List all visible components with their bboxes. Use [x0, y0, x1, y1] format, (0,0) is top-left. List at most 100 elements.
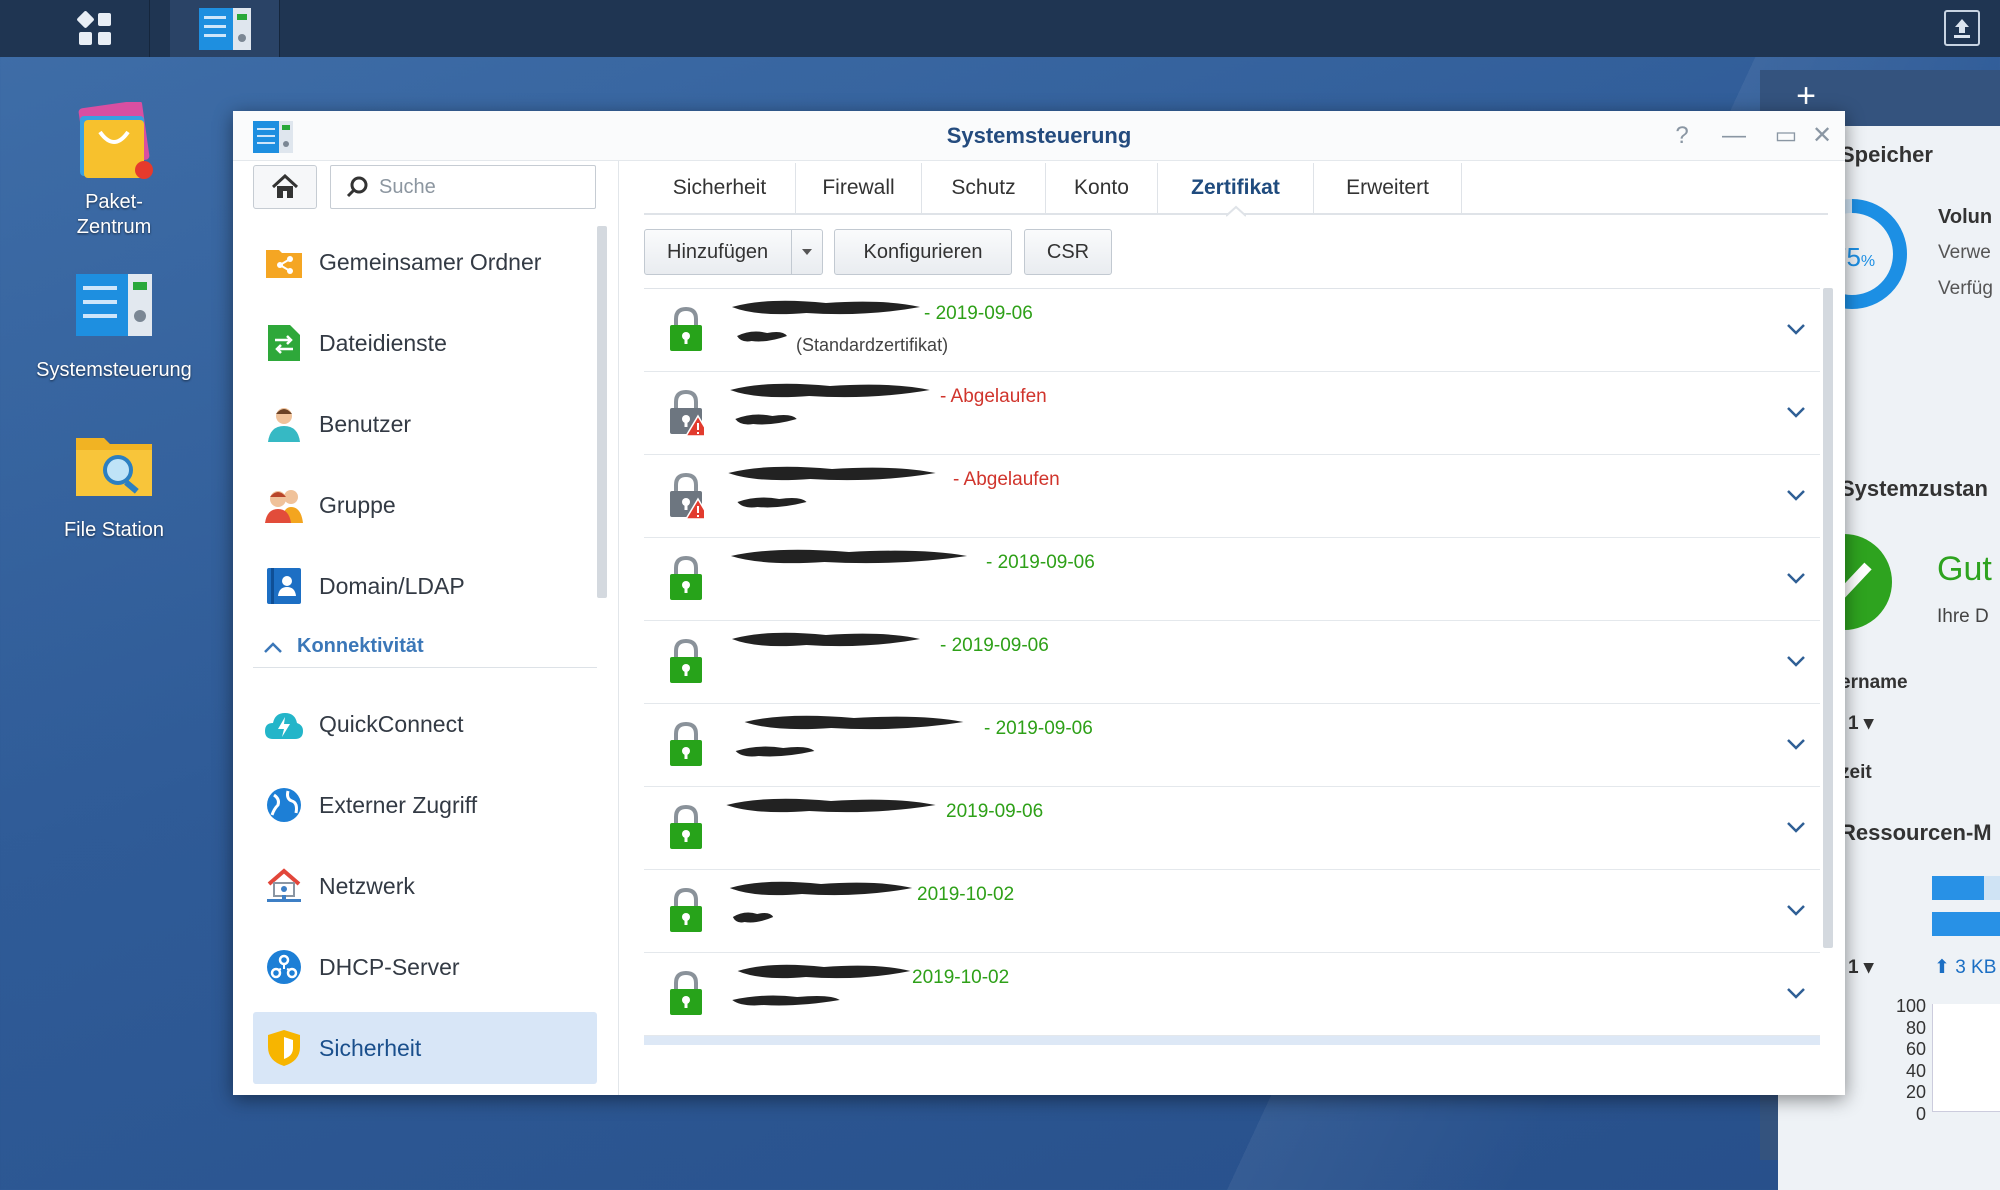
redacted-text: [735, 414, 797, 425]
tab-advanced[interactable]: Erweitert: [1314, 163, 1462, 213]
search-input[interactable]: Suche: [330, 165, 596, 209]
resource-select[interactable]: 1 ▾: [1848, 956, 1873, 979]
sidebar-item-external-access[interactable]: Externer Zugriff: [253, 769, 597, 841]
certificate-status: - 2019-09-06: [924, 303, 1033, 324]
storage-title: Speicher: [1840, 142, 1933, 167]
chevron-down-icon[interactable]: [1784, 815, 1808, 839]
certificate-status: - Abgelaufen: [940, 386, 1047, 407]
add-widget-button[interactable]: +: [1786, 76, 1826, 116]
sidebar-item-shared-folder[interactable]: Gemeinsamer Ordner: [253, 226, 597, 298]
desktop-icon-control-panel[interactable]: Systemsteuerung: [24, 270, 204, 383]
minimize-button[interactable]: —: [1721, 123, 1747, 149]
certificate-status: - 2019-09-06: [984, 718, 1093, 739]
configure-button[interactable]: Konfigurieren: [834, 229, 1012, 275]
certificate-list-scrollbar[interactable]: [1823, 288, 1833, 948]
chevron-down-icon[interactable]: [1784, 566, 1808, 590]
health-status: Gut: [1937, 550, 1992, 588]
sidebar-item-security[interactable]: Sicherheit: [253, 1012, 597, 1084]
certificate-row[interactable]: - Abgelaufen: [644, 372, 1820, 455]
certificate-status: 2019-09-06: [946, 801, 1044, 822]
control-panel-window: Systemsteuerung ? — ▭ ✕ Suche Gemeinsame…: [233, 111, 1845, 1095]
server-name-select[interactable]: 1 ▾: [1848, 712, 1873, 735]
sidebar-item-domain-ldap[interactable]: Domain/LDAP: [253, 550, 597, 622]
certificate-status: - 2019-09-06: [986, 552, 1095, 573]
package-center-icon: [74, 100, 154, 182]
sidebar-item-label: Gruppe: [319, 491, 396, 518]
sidebar-item-label: Sicherheit: [319, 1034, 422, 1061]
network-icon: [265, 867, 303, 905]
certificate-row[interactable]: 2019-10-05: [644, 1036, 1820, 1045]
chart-y-tick: 20: [1905, 1082, 1926, 1103]
close-button[interactable]: ✕: [1809, 123, 1835, 149]
sidebar-item-quickconnect[interactable]: QuickConnect: [253, 688, 597, 760]
chevron-down-icon[interactable]: [1784, 400, 1808, 424]
desktop-icon-package-center[interactable]: Paket- Zentrum: [24, 100, 204, 240]
server-name-label: ername: [1840, 672, 1908, 693]
redacted-text: [730, 549, 968, 564]
sidebar-item-label: QuickConnect: [319, 710, 464, 737]
help-button[interactable]: ?: [1669, 123, 1695, 149]
chevron-down-icon[interactable]: [1784, 981, 1808, 1005]
desktop-icon-file-station[interactable]: File Station: [24, 430, 204, 543]
shared-folder-icon: [265, 243, 303, 281]
sidebar-item-dhcp-server[interactable]: DHCP-Server: [253, 931, 597, 1003]
lock-icon: [670, 306, 702, 351]
chart-y-tick: 100: [1895, 996, 1926, 1016]
search-placeholder: Suche: [379, 175, 436, 198]
sidebar-item-group[interactable]: Gruppe: [253, 469, 597, 541]
sidebar-item-label: Externer Zugriff: [319, 791, 478, 818]
taskbar-control-panel-button[interactable]: [170, 0, 280, 57]
storage-volume-label: Volun: [1938, 206, 1993, 228]
chevron-down-icon[interactable]: [1784, 483, 1808, 507]
certificate-row[interactable]: - 2019-09-06 (Standardzertifikat): [644, 289, 1820, 372]
certificate-row[interactable]: - 2019-09-06: [644, 704, 1820, 787]
certificate-status: 2019-10-02: [917, 884, 1015, 905]
chart-y-axis: 100 80 60 40 20 0: [1878, 996, 1926, 1126]
upload-icon: [1954, 19, 1970, 38]
section-header-connectivity[interactable]: Konnektivität: [253, 626, 597, 668]
upload-button[interactable]: [1944, 10, 1980, 46]
add-button[interactable]: Hinzufügen: [644, 229, 794, 275]
tab-protection[interactable]: Schutz: [922, 163, 1046, 213]
sidebar-item-user[interactable]: Benutzer: [253, 388, 597, 460]
storage-available-label: Verfüg: [1938, 278, 1993, 299]
certificate-row[interactable]: - Abgelaufen: [644, 455, 1820, 538]
quickconnect-icon: [265, 705, 303, 743]
chevron-down-icon[interactable]: [1784, 898, 1808, 922]
certificate-row[interactable]: 2019-10-02: [644, 870, 1820, 953]
cpu-bar: [1932, 876, 2000, 900]
tab-account[interactable]: Konto: [1046, 163, 1158, 213]
tab-security[interactable]: Sicherheit: [644, 163, 796, 213]
group-icon: [265, 486, 303, 524]
redacted-text: [730, 383, 930, 398]
tab-firewall[interactable]: Firewall: [796, 163, 922, 213]
sidebar-item-file-services[interactable]: Dateidienste: [253, 307, 597, 379]
chart-y-tick: 80: [1905, 1017, 1926, 1038]
main-menu-button[interactable]: [40, 0, 150, 57]
sidebar-scrollbar[interactable]: [597, 226, 607, 598]
sidebar-item-network[interactable]: Netzwerk: [253, 850, 597, 922]
redacted-text: [737, 497, 807, 508]
caret-down-icon: [802, 249, 812, 255]
redacted-text: [735, 746, 815, 757]
resource-title: Ressourcen-M: [1840, 820, 1992, 845]
certificate-row[interactable]: - 2019-09-06: [644, 621, 1820, 704]
maximize-button[interactable]: ▭: [1773, 123, 1799, 149]
chevron-down-icon[interactable]: [1784, 317, 1808, 341]
certificate-row[interactable]: 2019-09-06: [644, 787, 1820, 870]
redacted-text: [724, 1042, 912, 1045]
chevron-down-icon[interactable]: [1784, 649, 1808, 673]
redacted-text: [729, 881, 913, 896]
certificate-status: 2019-10-02: [912, 967, 1010, 988]
storage-percent-sign: %: [1860, 253, 1876, 270]
certificate-row[interactable]: 2019-10-02: [644, 953, 1820, 1036]
home-button[interactable]: [253, 165, 317, 209]
security-icon: [265, 1029, 303, 1067]
csr-button[interactable]: CSR: [1024, 229, 1112, 275]
window-titlebar[interactable]: Systemsteuerung ? — ▭ ✕: [233, 111, 1845, 161]
health-description: Ihre D: [1937, 606, 1989, 627]
certificate-row[interactable]: - 2019-09-06: [644, 538, 1820, 621]
chevron-down-icon[interactable]: [1784, 732, 1808, 756]
add-dropdown-button[interactable]: [791, 229, 823, 275]
redacted-text: [732, 912, 774, 923]
